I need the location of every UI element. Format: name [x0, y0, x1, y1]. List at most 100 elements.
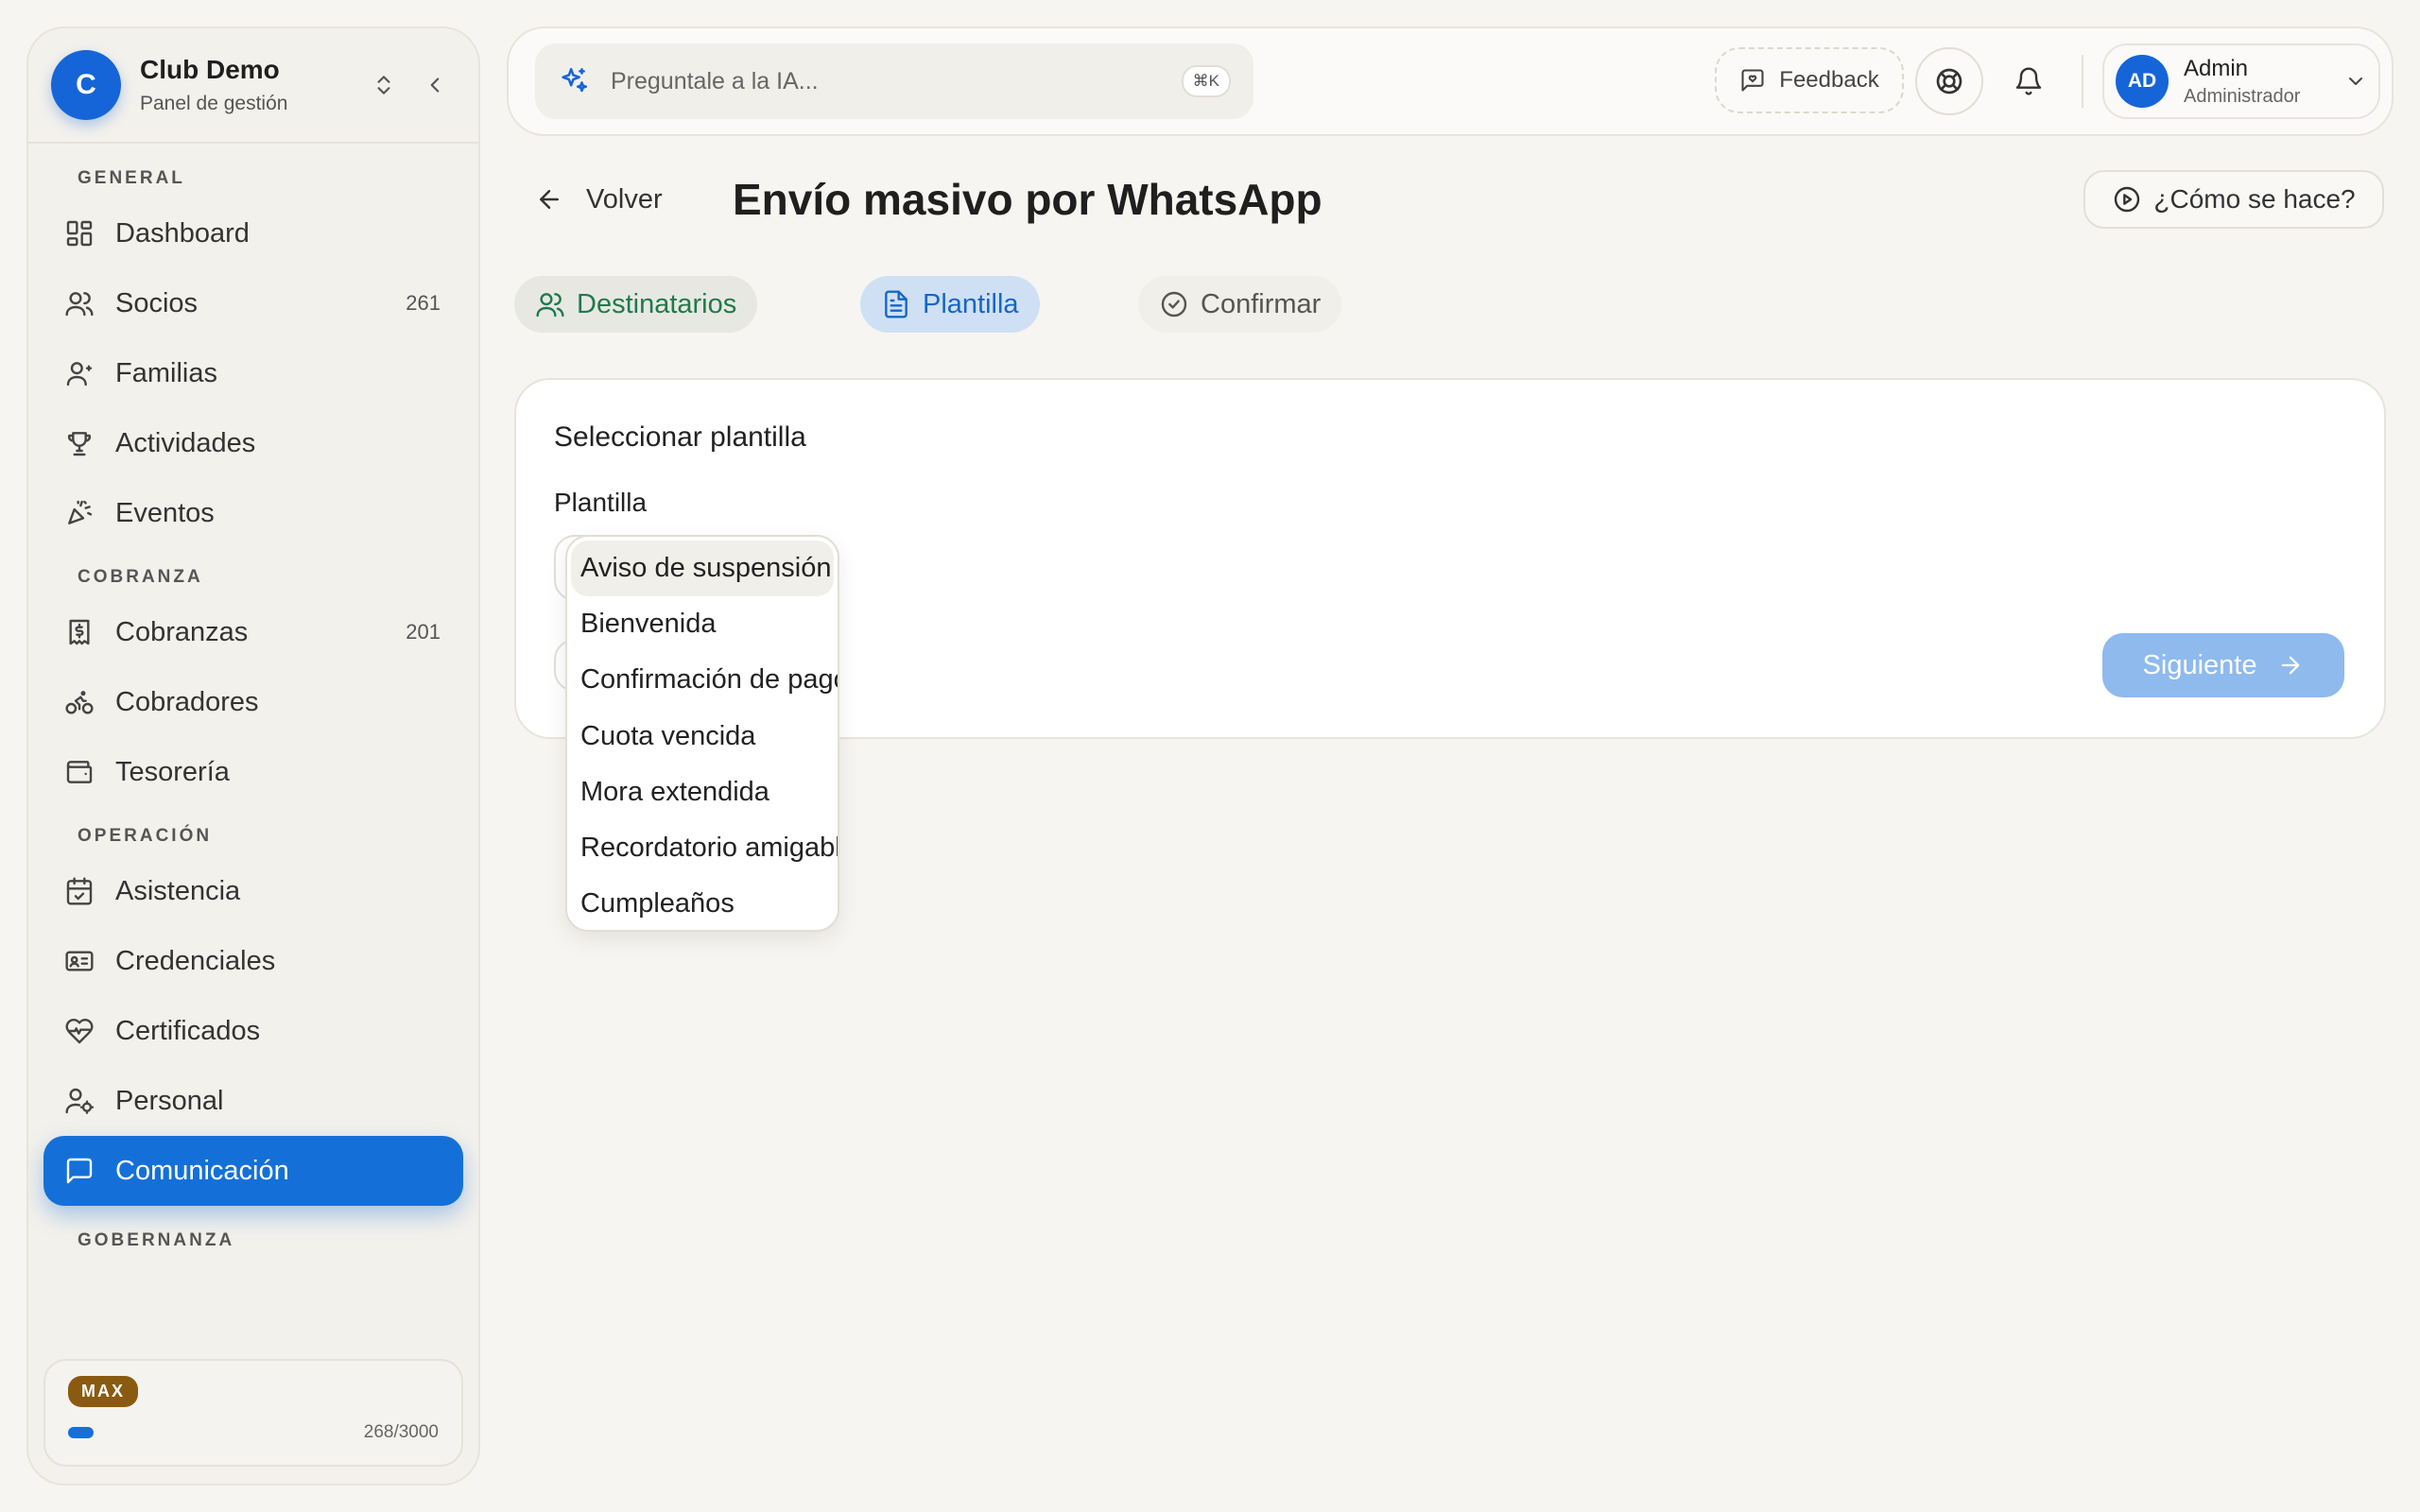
- topbar: ⌘K Feedback AD Admin Administrador: [507, 26, 2394, 136]
- step-template[interactable]: Plantilla: [860, 276, 1040, 333]
- feedback-label: Feedback: [1779, 67, 1879, 93]
- user-menu[interactable]: AD Admin Administrador: [2102, 43, 2380, 119]
- users-icon: [62, 286, 96, 320]
- howto-label: ¿Cómo se hace?: [2153, 184, 2356, 214]
- sidebar-item-familias[interactable]: Familias: [43, 338, 463, 408]
- sidebar-item-label: Certificados: [115, 1015, 261, 1046]
- bell-icon: [2015, 67, 2042, 95]
- chevron-down-icon: [2349, 77, 2362, 85]
- sidebar-item-label: Credenciales: [115, 945, 276, 976]
- step-label: Plantilla: [923, 288, 1019, 319]
- section-operacion: OPERACIÓN: [78, 826, 213, 846]
- file-text-icon: [881, 289, 911, 319]
- shortcut-hint: ⌘K: [1181, 65, 1231, 97]
- party-popper-icon: [62, 496, 96, 530]
- dropdown-option[interactable]: Aviso de suspensión: [571, 541, 834, 597]
- back-label: Volver: [586, 183, 663, 215]
- dropdown-option[interactable]: Cumpleaños: [567, 876, 838, 930]
- user-icon: [62, 356, 96, 390]
- howto-button[interactable]: ¿Cómo se hace?: [2083, 170, 2384, 229]
- receipt-icon: [62, 615, 96, 649]
- plan-usage-count: 268/3000: [363, 1422, 439, 1442]
- dropdown-option[interactable]: Recordatorio amigable: [567, 820, 838, 876]
- sidebar-item-label: Tesorería: [115, 756, 230, 787]
- card-title: Seleccionar plantilla: [554, 421, 806, 453]
- sidebar-item-cobradores[interactable]: Cobradores: [43, 667, 463, 737]
- sidebar-item-label: Cobranzas: [115, 616, 249, 647]
- count-badge: 201: [406, 620, 441, 644]
- next-button[interactable]: Siguiente: [2102, 633, 2344, 697]
- sidebar-item-actividades[interactable]: Actividades: [43, 408, 463, 478]
- sidebar-item-personal[interactable]: Personal: [43, 1066, 463, 1136]
- sidebar-item-certificados[interactable]: Certificados: [43, 996, 463, 1066]
- message-heart-icon: [1739, 67, 1766, 94]
- bike-icon: [62, 685, 96, 719]
- check-circle-icon: [1159, 289, 1189, 319]
- avatar: AD: [2116, 55, 2169, 108]
- org-switcher-button[interactable]: [363, 64, 405, 106]
- topbar-divider: [2082, 55, 2083, 108]
- section-general: GENERAL: [78, 168, 185, 188]
- plan-badge: MAX: [68, 1376, 138, 1407]
- user-text: Admin Administrador: [2184, 56, 2344, 108]
- plan-usage-row: 268/3000: [68, 1422, 439, 1443]
- section-gobernanza: GOBERNANZA: [78, 1230, 235, 1250]
- user-role: Administrador: [2184, 85, 2301, 107]
- step-label: Destinatarios: [577, 288, 737, 319]
- arrow-left-icon: [535, 185, 563, 214]
- arrow-right-icon: [2277, 652, 2304, 679]
- sidebar-nav: GENERAL Dashboard Socios 261 Familias Ac…: [28, 168, 478, 1251]
- count-badge: 261: [406, 291, 441, 315]
- brand-text[interactable]: Club Demo Panel de gestión: [140, 55, 354, 115]
- sidebar-item-label: Socios: [115, 287, 199, 318]
- plan-usage-bar: [68, 1427, 353, 1438]
- trophy-icon: [62, 426, 96, 460]
- sidebar-item-label: Cobradores: [115, 686, 259, 717]
- chevron-left-icon: [430, 77, 440, 93]
- sidebar-item-comunicacion[interactable]: Comunicación: [43, 1136, 463, 1206]
- users-icon: [535, 289, 565, 319]
- sidebar: C Club Demo Panel de gestión GENERAL Das…: [26, 26, 480, 1486]
- sidebar-item-label: Personal: [115, 1085, 224, 1116]
- message-square-icon: [62, 1154, 96, 1188]
- template-dropdown: Aviso de suspensión Bienvenida Confirmac…: [565, 535, 839, 932]
- sidebar-item-tesoreria[interactable]: Tesorería: [43, 737, 463, 807]
- sidebar-item-label: Asistencia: [115, 875, 241, 906]
- play-circle-icon: [2112, 184, 2142, 215]
- heart-pulse-icon: [62, 1014, 96, 1048]
- sidebar-item-label: Comunicación: [115, 1155, 289, 1186]
- sidebar-item-asistencia[interactable]: Asistencia: [43, 856, 463, 926]
- user-cog-icon: [62, 1084, 96, 1118]
- next-label: Siguiente: [2142, 649, 2257, 680]
- brand-logo: C: [51, 50, 121, 120]
- page-title: Envío masivo por WhatsApp: [733, 175, 1322, 224]
- dashboard-icon: [62, 216, 96, 250]
- sparkles-icon: [562, 67, 588, 93]
- notifications-button[interactable]: [1995, 47, 2063, 115]
- brand-subtitle: Panel de gestión: [140, 93, 288, 114]
- ai-search-input[interactable]: [611, 67, 1182, 95]
- step-recipients[interactable]: Destinatarios: [514, 276, 758, 333]
- step-confirm[interactable]: Confirmar: [1138, 276, 1342, 333]
- plan-usage-fill: [68, 1427, 94, 1438]
- help-button[interactable]: [1915, 47, 1983, 115]
- life-buoy-icon: [1936, 68, 1962, 94]
- plan-usage-card[interactable]: MAX 268/3000: [43, 1359, 463, 1467]
- dropdown-option[interactable]: Mora extendida: [567, 765, 838, 820]
- dropdown-option[interactable]: Cuota vencida: [567, 709, 838, 765]
- sidebar-item-dashboard[interactable]: Dashboard: [43, 198, 463, 268]
- sidebar-item-socios[interactable]: Socios 261: [43, 268, 463, 338]
- sidebar-item-credenciales[interactable]: Credenciales: [43, 926, 463, 996]
- feedback-button[interactable]: Feedback: [1715, 47, 1904, 113]
- sidebar-item-cobranzas[interactable]: Cobranzas 201: [43, 597, 463, 667]
- collapse-sidebar-button[interactable]: [414, 64, 456, 106]
- user-name: Admin: [2184, 55, 2249, 81]
- dropdown-option[interactable]: Bienvenida: [567, 596, 838, 652]
- ai-search-bar[interactable]: ⌘K: [535, 43, 1253, 119]
- dropdown-option[interactable]: Confirmación de pago: [567, 652, 838, 708]
- sidebar-item-eventos[interactable]: Eventos: [43, 478, 463, 548]
- back-button[interactable]: Volver: [535, 176, 663, 223]
- step-label: Confirmar: [1201, 288, 1322, 319]
- sidebar-item-label: Actividades: [115, 427, 256, 458]
- wallet-icon: [62, 755, 96, 789]
